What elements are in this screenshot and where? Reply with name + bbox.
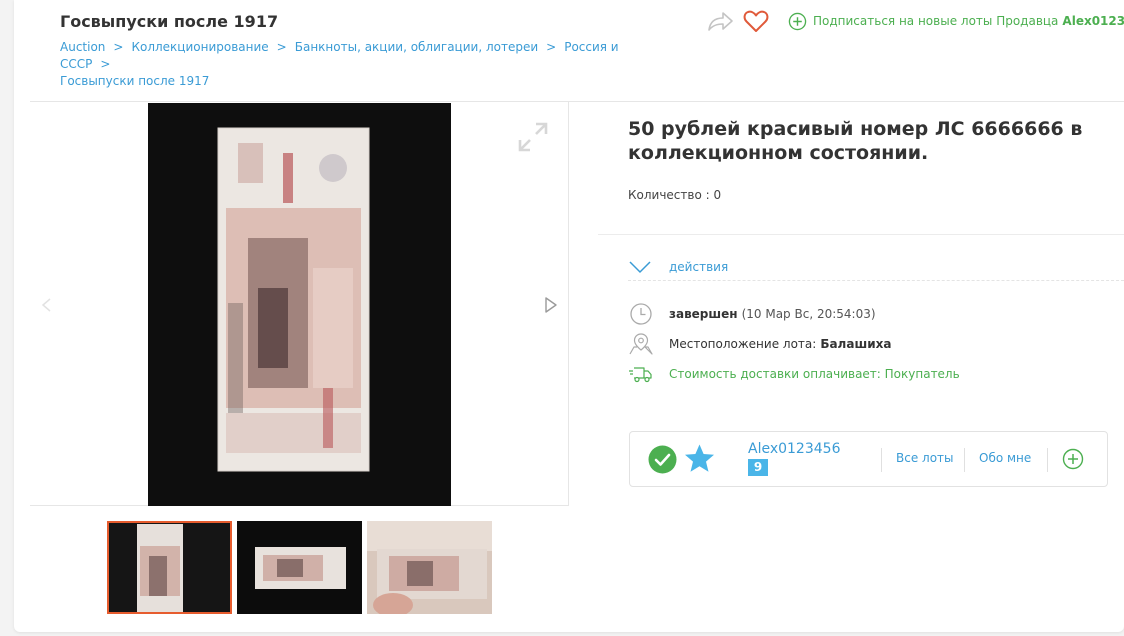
- subscribe-label: Подписаться на новые лоты Продавца: [813, 14, 1059, 28]
- top-actions: Подписаться на новые лоты Продавца Alex0…: [706, 9, 1124, 33]
- location-row: Местоположение лота: Балашиха: [628, 332, 891, 356]
- add-seller-icon[interactable]: [1062, 448, 1084, 470]
- expand-icon[interactable]: [516, 120, 550, 154]
- breadcrumb: Auction > Коллекционирование > Банкноты, акц…: [60, 40, 619, 88]
- seller-divider: [964, 448, 965, 472]
- breadcrumb-auction[interactable]: Auction: [60, 40, 105, 54]
- heart-icon[interactable]: [742, 9, 770, 33]
- truck-icon: [629, 367, 652, 383]
- breadcrumb-banknotes[interactable]: Банкноты, акции, облигации, лотереи: [295, 40, 538, 54]
- location-label: Местоположение лота:: [669, 337, 817, 351]
- page-title: Госвыпуски после 1917: [60, 12, 279, 31]
- subscribe-seller-link[interactable]: Подписаться на новые лоты Продавца Alex0…: [788, 12, 1124, 31]
- delivery-label: Стоимость доставки оплачивает: Покупател…: [669, 367, 960, 381]
- thumbnail-3[interactable]: [367, 521, 492, 614]
- map-pin-icon: [629, 333, 653, 355]
- thumbnail-image-3: [367, 521, 492, 614]
- status-date: (10 Мар Вс, 20:54:03): [741, 307, 876, 321]
- status-label: завершен: [669, 307, 738, 321]
- thumbnail-strip: [107, 521, 497, 614]
- breadcrumb-state-issues[interactable]: Госвыпуски после 1917: [60, 74, 209, 88]
- seller-divider: [881, 448, 882, 472]
- thumbnail-image-1: [107, 521, 232, 614]
- quantity-label: Количество : 0: [628, 188, 722, 202]
- seller-name-link[interactable]: Alex0123456: [748, 441, 840, 457]
- about-seller-link[interactable]: Обо мне: [979, 451, 1031, 465]
- thumbnail-1[interactable]: [107, 521, 232, 614]
- seller-panel: Alex0123456 9 Все лоты Обо мне: [629, 431, 1108, 487]
- chevron-down-icon: [629, 261, 651, 274]
- all-lots-link[interactable]: Все лоты: [896, 451, 954, 465]
- seller-rating-badge: 9: [748, 459, 768, 476]
- verified-check-icon: [648, 445, 677, 474]
- actions-label: действия: [669, 260, 729, 274]
- status-row: завершен (10 Мар Вс, 20:54:03): [628, 302, 876, 326]
- banknote-image: [148, 103, 451, 506]
- chevron-right-icon[interactable]: [542, 295, 560, 315]
- delivery-row: Стоимость доставки оплачивает: Покупател…: [628, 362, 960, 386]
- actions-divider: [628, 280, 1124, 281]
- lot-title: 50 рублей красивый номер ЛС 6666666 в ко…: [628, 118, 1083, 164]
- location-value: Балашиха: [820, 337, 892, 351]
- clock-icon: [630, 303, 652, 325]
- share-icon[interactable]: [706, 9, 734, 33]
- subscribe-seller-name: Alex0123456: [1062, 14, 1124, 28]
- seller-divider: [1047, 448, 1048, 472]
- thumbnail-2[interactable]: [237, 521, 362, 614]
- thumbnail-image-2: [237, 521, 362, 614]
- actions-toggle[interactable]: действия: [628, 260, 728, 274]
- main-photo[interactable]: [148, 103, 451, 506]
- breadcrumb-collecting[interactable]: Коллекционирование: [131, 40, 268, 54]
- plus-circle-icon: [788, 12, 807, 30]
- chevron-left-icon[interactable]: [38, 296, 56, 314]
- star-icon: [685, 444, 714, 472]
- title-divider: [598, 234, 1124, 235]
